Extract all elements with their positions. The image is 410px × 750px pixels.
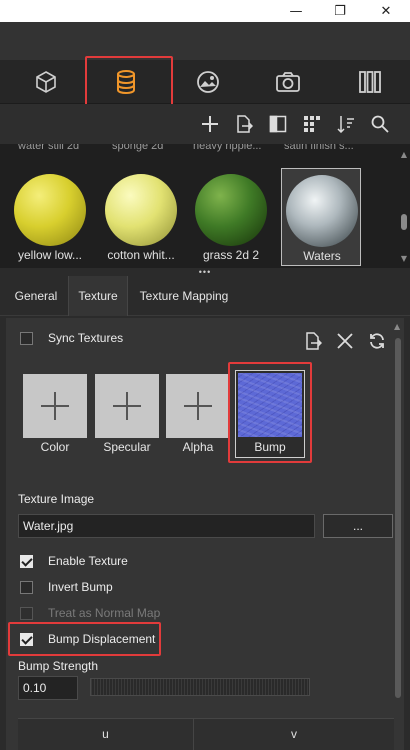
add-icon: [184, 392, 212, 420]
tab-texture[interactable]: Texture: [68, 276, 128, 316]
material-label: heavy ripple...: [193, 144, 262, 152]
export-icon: [237, 115, 253, 133]
material-name: cotton whit...: [107, 248, 175, 262]
color-texture-slot[interactable]: [23, 374, 87, 438]
material-item-selected[interactable]: Waters: [281, 168, 361, 266]
enable-texture-checkbox[interactable]: [20, 555, 33, 568]
bump-strength-label: Bump Strength: [18, 659, 99, 673]
previous-row-labels: water still 2d sponge 2d heavy ripple...…: [0, 144, 395, 154]
color-slot-label: Color: [40, 440, 70, 454]
texture-image-field[interactable]: Water.jpg: [18, 514, 315, 538]
restore-button[interactable]: ❐: [320, 0, 360, 22]
highlight-bump-slot: [228, 362, 312, 463]
normal-map-label: Treat as Normal Map: [48, 606, 161, 620]
highlight-materials-tab: [85, 56, 173, 108]
scroll-up-icon[interactable]: ▲: [401, 150, 407, 159]
specular-texture-slot[interactable]: [95, 374, 159, 438]
search-icon: [371, 115, 389, 133]
library-scrollbar-thumb[interactable]: [401, 214, 407, 230]
refresh-icon: [370, 333, 384, 349]
restore-icon: ❐: [334, 3, 346, 19]
add-icon: [202, 116, 218, 132]
material-item[interactable]: yellow low...: [10, 168, 90, 266]
minimize-icon: —: [289, 3, 303, 19]
alpha-texture-slot[interactable]: [166, 374, 230, 438]
panel-toggle-button[interactable]: [268, 114, 288, 134]
header-band: [0, 22, 410, 60]
tab-cameras[interactable]: [258, 64, 318, 100]
export-texture-button[interactable]: [304, 332, 323, 350]
material-label: satin finish s...: [284, 144, 354, 152]
minimize-button[interactable]: —: [276, 0, 316, 22]
library-books-icon: [359, 71, 381, 93]
remove-texture-button[interactable]: [336, 332, 354, 350]
export-button[interactable]: [234, 114, 254, 134]
specular-slot-label: Specular: [103, 440, 151, 454]
splitter-grip: •••: [198, 267, 212, 277]
bump-strength-input[interactable]: 0.10: [18, 676, 78, 700]
search-button[interactable]: [370, 114, 390, 134]
scroll-up-icon[interactable]: ▲: [394, 322, 400, 331]
property-tabs: General Texture Texture Mapping: [0, 276, 410, 316]
texture-panel: Sync Textures Color Specular Alpha Bump …: [6, 318, 404, 750]
panel-scrollbar-thumb[interactable]: [395, 338, 401, 698]
material-name: Waters: [303, 249, 341, 263]
material-preview: [286, 175, 358, 247]
close-window-button[interactable]: ✕: [366, 0, 406, 22]
add-icon: [41, 392, 69, 420]
title-bar: — ❐ ✕: [0, 0, 410, 22]
export-icon: [306, 332, 323, 350]
material-item[interactable]: cotton whit...: [101, 168, 181, 266]
material-label: water still 2d: [18, 144, 80, 152]
library-toolbar: [0, 104, 410, 144]
close-icon: [337, 333, 353, 349]
highlight-bump-displacement: [8, 622, 161, 656]
cube-icon: [36, 71, 56, 93]
alpha-slot-label: Alpha: [182, 440, 214, 454]
image-icon: [197, 71, 219, 93]
enable-texture-label: Enable Texture: [48, 554, 128, 568]
u-column-header: u: [18, 719, 194, 750]
scroll-down-icon[interactable]: ▼: [401, 254, 407, 263]
tab-general[interactable]: General: [8, 276, 64, 316]
grid-view-icon: [304, 116, 320, 132]
panel-scrollbar[interactable]: ▲: [394, 318, 402, 750]
grid-view-button[interactable]: [302, 114, 322, 134]
material-preview: [105, 174, 177, 246]
add-button[interactable]: [200, 114, 220, 134]
material-item[interactable]: grass 2d 2: [191, 168, 271, 266]
tab-models[interactable]: [16, 64, 76, 100]
category-tab-bar: [0, 56, 410, 108]
close-icon: ✕: [380, 3, 392, 19]
invert-bump-checkbox[interactable]: [20, 581, 33, 594]
normal-map-checkbox: [20, 607, 33, 620]
sort-icon: [337, 116, 354, 133]
browse-button[interactable]: ...: [323, 514, 393, 538]
tab-environments[interactable]: [178, 64, 238, 100]
panel-icon: [269, 115, 287, 133]
sort-button[interactable]: [336, 114, 356, 134]
v-column-header: v: [291, 727, 297, 741]
camera-icon: [276, 72, 300, 92]
material-label: sponge 2d: [112, 144, 164, 152]
sync-textures-checkbox[interactable]: [20, 332, 33, 345]
tab-library[interactable]: [340, 64, 400, 100]
sync-textures-label: Sync Textures: [48, 331, 124, 345]
material-name: yellow low...: [17, 248, 83, 262]
material-name: grass 2d 2: [202, 248, 260, 262]
add-icon: [113, 392, 141, 420]
material-preview: [195, 174, 267, 246]
refresh-texture-button[interactable]: [368, 332, 386, 350]
material-library: water still 2d sponge 2d heavy ripple...…: [0, 144, 410, 268]
material-preview: [14, 174, 86, 246]
tab-texture-mapping[interactable]: Texture Mapping: [134, 276, 234, 316]
uv-header: u v: [18, 718, 394, 750]
panel-splitter[interactable]: •••: [0, 267, 410, 277]
texture-image-heading: Texture Image: [18, 492, 95, 506]
bump-strength-slider[interactable]: [90, 678, 310, 696]
invert-bump-label: Invert Bump: [48, 580, 113, 594]
